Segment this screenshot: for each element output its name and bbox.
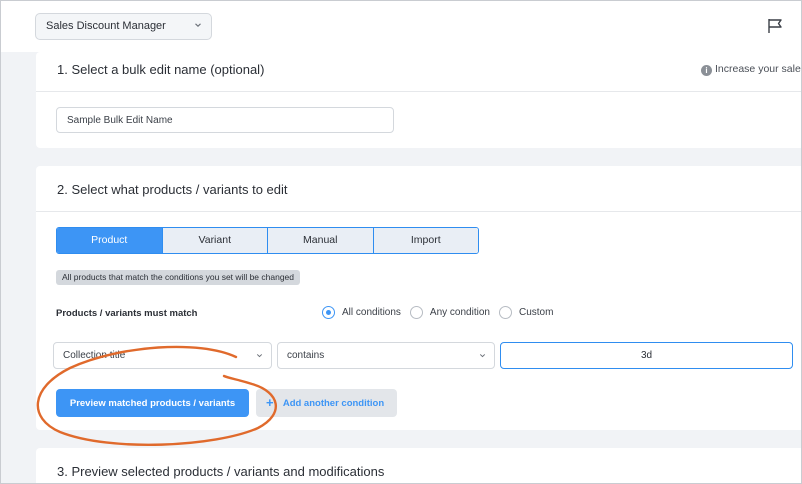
radio-any-condition[interactable]: Any condition [409,306,490,319]
hint-text: Increase your sales [715,63,802,75]
flag-icon[interactable] [766,17,784,35]
bulk-edit-name-input[interactable] [56,107,394,133]
match-label: Products / variants must match [56,308,198,319]
tab-product[interactable]: Product [57,228,162,253]
chevron-down-icon [256,354,263,358]
info-icon: i [701,65,712,76]
step2-title: 2. Select what products / variants to ed… [57,182,288,197]
step3-title: 3. Preview selected products / variants … [57,464,385,479]
condition-field-value: Collection title [63,350,126,361]
add-condition-button[interactable]: + Add another condition [256,389,397,417]
preview-card: 3. Preview selected products / variants … [36,448,802,484]
chevron-down-icon [195,23,201,27]
condition-field-select[interactable]: Collection title [53,342,272,369]
radio-unselected-icon [498,306,512,319]
step1-title: 1. Select a bulk edit name (optional) [57,62,265,77]
selection-mode-tabs: Product Variant Manual Import [56,227,479,254]
radio-selected-icon [322,306,335,319]
radio-label: Any condition [429,307,490,318]
card-header: 1. Select a bulk edit name (optional) iI… [36,52,802,92]
radio-custom[interactable]: Custom [498,306,554,319]
condition-operator-value: contains [287,350,325,361]
tab-variant[interactable]: Variant [161,228,267,253]
app-selector-dropdown[interactable]: Sales Discount Manager [35,13,212,40]
tab-import[interactable]: Import [372,228,478,253]
condition-value-input[interactable] [500,342,793,369]
radio-unselected-icon [409,306,423,319]
preview-matched-button[interactable]: Preview matched products / variants [56,389,249,417]
conditions-note: All products that match the conditions y… [56,270,300,285]
radio-label: Custom [518,307,554,318]
condition-operator-select[interactable]: contains [277,342,495,369]
radio-all-conditions[interactable]: All conditions [322,306,401,319]
radio-label: All conditions [342,307,401,318]
bulk-edit-name-card: 1. Select a bulk edit name (optional) iI… [36,52,802,148]
card-header: 2. Select what products / variants to ed… [36,166,802,212]
top-bar: Sales Discount Manager [0,0,802,52]
select-products-card: 2. Select what products / variants to ed… [36,166,802,430]
increase-sales-hint[interactable]: i Increase your sales [701,63,802,76]
match-radio-group: All conditions Any condition Custom [322,306,562,319]
chevron-down-icon [479,354,486,358]
tab-manual[interactable]: Manual [267,228,373,253]
plus-icon: + [266,395,274,410]
app-selector-label: Sales Discount Manager [46,20,166,32]
add-condition-label: Add another condition [282,397,385,409]
